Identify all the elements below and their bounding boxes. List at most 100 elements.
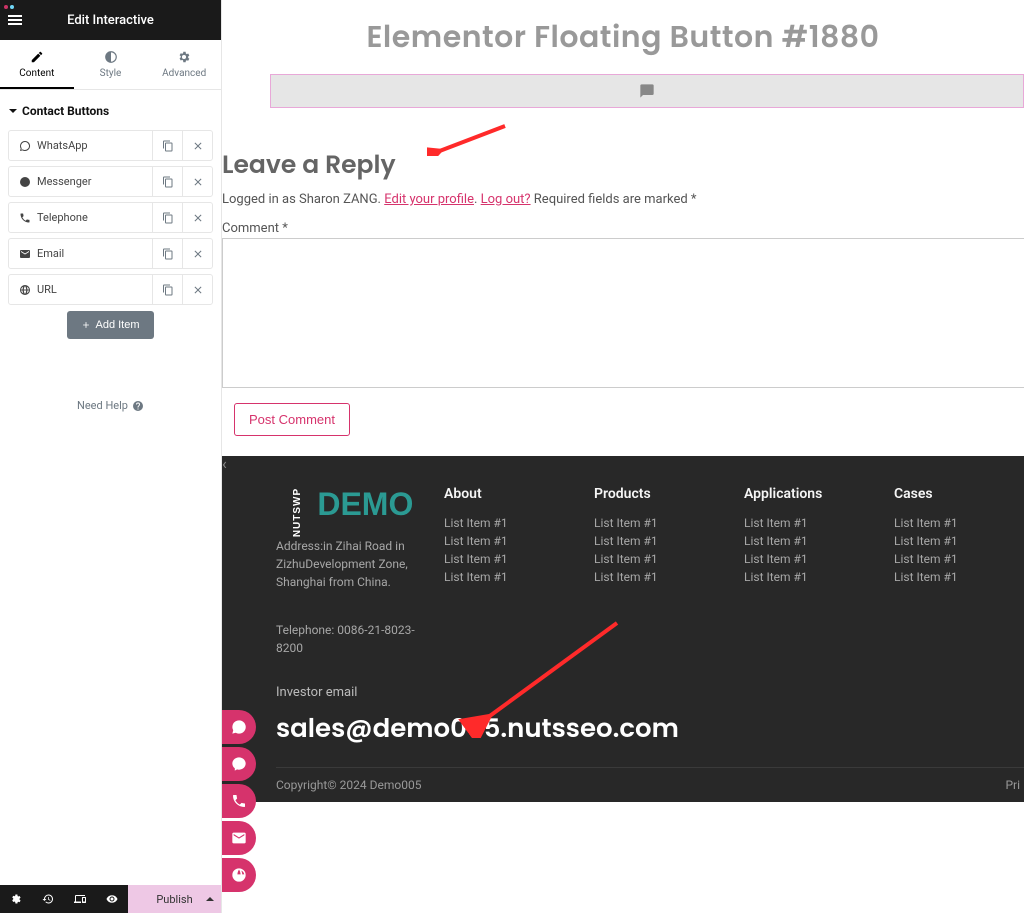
- item-telephone[interactable]: Telephone: [8, 202, 213, 233]
- comment-label: Comment *: [222, 221, 1024, 236]
- preview-area: Elementor Floating Button #1880 Leave a …: [222, 0, 1024, 913]
- list-item[interactable]: List Item #1: [894, 516, 1024, 530]
- list-item[interactable]: List Item #1: [744, 534, 874, 548]
- item-email[interactable]: Email: [8, 238, 213, 269]
- footer-col-cases: Cases List Item #1List Item #1List Item …: [894, 486, 1024, 657]
- pencil-icon: [30, 50, 44, 64]
- delete-button[interactable]: [182, 275, 212, 304]
- logout-link[interactable]: Log out?: [481, 192, 531, 207]
- footer-telephone: Telephone: 0086-21-8023-8200: [276, 621, 424, 657]
- float-email[interactable]: [222, 821, 256, 855]
- item-whatsapp[interactable]: WhatsApp: [8, 130, 213, 161]
- delete-button[interactable]: [182, 203, 212, 232]
- delete-button[interactable]: [182, 239, 212, 268]
- contrast-icon: [104, 50, 118, 64]
- panel-body: Contact Buttons WhatsApp Messenger: [0, 90, 221, 885]
- email-icon: [19, 248, 31, 260]
- floating-buttons: [222, 710, 256, 892]
- copyright: Copyright© 2024 Demo005 Pri: [276, 767, 1024, 802]
- whatsapp-icon: [231, 719, 247, 735]
- list-item[interactable]: List Item #1: [744, 552, 874, 566]
- list-item[interactable]: List Item #1: [594, 516, 724, 530]
- list-item[interactable]: List Item #1: [444, 570, 574, 584]
- investor-email: sales@demo005.nutsseo.com: [276, 710, 1024, 749]
- edit-profile-link[interactable]: Edit your profile: [384, 192, 474, 207]
- tab-content[interactable]: Content: [0, 40, 74, 89]
- list-item[interactable]: List Item #1: [594, 552, 724, 566]
- back-arrow[interactable]: ‹: [222, 454, 227, 473]
- duplicate-button[interactable]: [152, 203, 182, 232]
- delete-button[interactable]: [182, 167, 212, 196]
- footer-address: Address:in Zihai Road in ZizhuDevelopmen…: [276, 537, 424, 591]
- eye-icon: [106, 893, 118, 905]
- settings-button[interactable]: [0, 885, 32, 913]
- comment-textarea[interactable]: [222, 238, 1024, 388]
- duplicate-button[interactable]: [152, 131, 182, 160]
- investor-label: Investor email: [276, 685, 1024, 700]
- list-item[interactable]: List Item #1: [444, 552, 574, 566]
- footer-col-applications: Applications List Item #1List Item #1Lis…: [744, 486, 874, 657]
- tab-advanced[interactable]: Advanced: [147, 40, 221, 89]
- item-messenger[interactable]: Messenger: [8, 166, 213, 197]
- duplicate-button[interactable]: [152, 275, 182, 304]
- bottom-bar: Publish: [0, 885, 221, 913]
- list-item[interactable]: List Item #1: [444, 534, 574, 548]
- messenger-icon: [231, 756, 247, 772]
- hamburger-icon[interactable]: [8, 15, 22, 25]
- email-icon: [231, 830, 247, 846]
- duplicate-button[interactable]: [152, 239, 182, 268]
- duplicate-button[interactable]: [152, 167, 182, 196]
- sidebar-title: Edit Interactive: [67, 13, 154, 28]
- phone-icon: [19, 212, 31, 224]
- preview-button[interactable]: [96, 885, 128, 913]
- page-footer: NUTSWPDEMO Address:in Zihai Road in Zizh…: [222, 456, 1024, 802]
- list-item[interactable]: List Item #1: [894, 552, 1024, 566]
- footer-col-products: Products List Item #1List Item #1List It…: [594, 486, 724, 657]
- chevron-down-icon: [8, 106, 18, 116]
- responsive-button[interactable]: [64, 885, 96, 913]
- sidebar-header: Edit Interactive: [0, 0, 221, 40]
- status-dots: [4, 0, 16, 13]
- sidebar-tabs: Content Style Advanced: [0, 40, 221, 90]
- list-item[interactable]: List Item #1: [594, 570, 724, 584]
- reply-section: Leave a Reply Logged in as Sharon ZANG. …: [222, 146, 1024, 391]
- history-icon: [42, 893, 54, 905]
- gear-icon: [177, 50, 191, 64]
- list-item[interactable]: List Item #1: [744, 516, 874, 530]
- reply-heading: Leave a Reply: [222, 146, 1024, 184]
- list-item[interactable]: List Item #1: [894, 570, 1024, 584]
- list-item[interactable]: List Item #1: [594, 534, 724, 548]
- list-item[interactable]: List Item #1: [744, 570, 874, 584]
- chevron-up-icon: [205, 894, 215, 904]
- globe-icon: [231, 867, 247, 883]
- publish-button[interactable]: Publish: [128, 885, 221, 913]
- login-info: Logged in as Sharon ZANG. Edit your prof…: [222, 192, 1024, 207]
- history-button[interactable]: [32, 885, 64, 913]
- list-item[interactable]: List Item #1: [444, 516, 574, 530]
- help-icon: [132, 400, 144, 412]
- list-item[interactable]: List Item #1: [894, 534, 1024, 548]
- need-help-link[interactable]: Need Help: [8, 399, 213, 412]
- add-item-button[interactable]: Add Item: [67, 311, 153, 339]
- float-messenger[interactable]: [222, 747, 256, 781]
- floating-widget-placeholder[interactable]: [270, 74, 1024, 108]
- section-contact-buttons[interactable]: Contact Buttons: [8, 104, 213, 118]
- float-url[interactable]: [222, 858, 256, 892]
- delete-button[interactable]: [182, 131, 212, 160]
- phone-icon: [231, 793, 247, 809]
- footer-logo: NUTSWPDEMO: [276, 486, 424, 523]
- whatsapp-icon: [19, 140, 31, 152]
- post-comment-button[interactable]: Post Comment: [234, 403, 350, 436]
- globe-icon: [19, 284, 31, 296]
- item-url[interactable]: URL: [8, 274, 213, 305]
- plus-icon: [81, 320, 91, 330]
- tab-style[interactable]: Style: [74, 40, 148, 89]
- float-whatsapp[interactable]: [222, 710, 256, 744]
- chat-icon: [639, 83, 655, 99]
- footer-col-about: About List Item #1List Item #1List Item …: [444, 486, 574, 657]
- page-title: Elementor Floating Button #1880: [222, 14, 1024, 60]
- gear-icon: [10, 893, 22, 905]
- devices-icon: [74, 893, 86, 905]
- float-phone[interactable]: [222, 784, 256, 818]
- editor-sidebar: Edit Interactive Content Style Advanced …: [0, 0, 222, 913]
